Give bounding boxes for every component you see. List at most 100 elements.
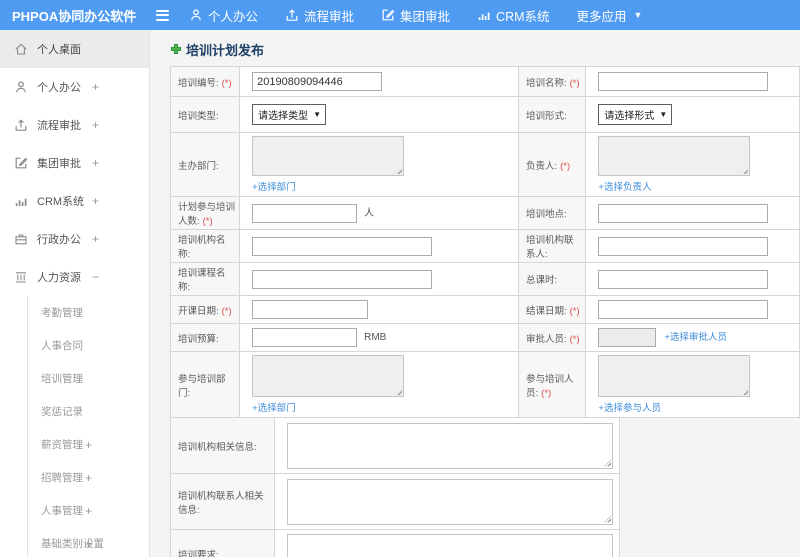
select-dropdown[interactable]: 请选择形式 ▼ bbox=[598, 104, 673, 125]
field-cell: +选择审批人员 bbox=[585, 323, 800, 352]
field-cell bbox=[239, 295, 519, 324]
field-cell bbox=[274, 473, 620, 530]
form-row: 培训要求: bbox=[170, 529, 620, 557]
form-row: 主办部门: +选择部门 负责人: (*) +选择负责人 bbox=[169, 132, 800, 197]
picker-textarea[interactable] bbox=[252, 136, 405, 176]
form-row: 培训预算: RMB 审批人员: (*) +选择审批人员 bbox=[169, 323, 800, 352]
sidebar-item[interactable]: 集团审批 + bbox=[0, 144, 149, 182]
text-input[interactable] bbox=[252, 236, 433, 256]
text-input[interactable] bbox=[252, 72, 383, 91]
topnav-item[interactable]: CRM系统 bbox=[477, 6, 550, 25]
sidebar-subitem-label: 考勤管理 bbox=[41, 307, 83, 319]
text-input[interactable] bbox=[598, 72, 769, 91]
topnav-item-label: 个人办公 bbox=[208, 9, 259, 24]
picker-link[interactable]: +选择审批人员 bbox=[664, 332, 727, 343]
sidebar-item-label: 行政办公 bbox=[37, 234, 81, 246]
field-cell: 请选择形式 ▼ bbox=[585, 96, 800, 133]
picker-link[interactable]: +选择参与人员 bbox=[598, 400, 793, 414]
text-input[interactable] bbox=[598, 236, 769, 256]
sidebar: 个人桌面 个人办公 + 流程审批 + 集团审批 + CRM系统 + 行政办公 + 人力资源 − 考勤管理人… bbox=[0, 30, 150, 557]
picker-link[interactable]: +选择部门 bbox=[252, 400, 512, 414]
top-bar: PHPOA协同办公软件 个人办公 流程审批 集团审批 CRM系统 更多应用 ▼ bbox=[0, 0, 800, 30]
field-label: 培训形式: bbox=[525, 110, 567, 122]
topnav-item[interactable]: 流程审批 bbox=[285, 6, 354, 25]
home-icon bbox=[14, 42, 28, 56]
text-input[interactable] bbox=[252, 203, 358, 223]
label-cell: 参与培训人员: (*) bbox=[517, 351, 587, 418]
topnav-item[interactable]: 集团审批 bbox=[381, 6, 450, 25]
sidebar-item[interactable]: 人力资源 − bbox=[0, 258, 149, 296]
form-row: 计划参与培训人数: (*) 人 培训地点: bbox=[169, 196, 800, 230]
form-row: 培训编号:(*)培训名称:(*) bbox=[169, 66, 800, 97]
textarea[interactable] bbox=[287, 422, 613, 469]
picker-textarea[interactable] bbox=[252, 355, 405, 397]
textarea[interactable] bbox=[287, 533, 613, 557]
sidebar-item-label: 个人办公 bbox=[37, 82, 81, 94]
picker-textarea[interactable] bbox=[598, 355, 751, 397]
textarea[interactable] bbox=[287, 478, 613, 525]
expand-toggle-icon[interactable]: + bbox=[92, 232, 99, 246]
field-label: 培训名称: bbox=[525, 77, 567, 89]
field-label: 培训地点: bbox=[525, 209, 567, 220]
text-input[interactable] bbox=[598, 300, 769, 319]
sidebar-item[interactable]: CRM系统 + bbox=[0, 182, 149, 220]
workflow-icon bbox=[285, 8, 299, 22]
expand-toggle-icon[interactable]: − bbox=[92, 270, 99, 284]
picker-textarea[interactable] bbox=[598, 136, 751, 176]
expand-toggle-icon[interactable]: + bbox=[92, 80, 99, 94]
expand-toggle-icon[interactable]: + bbox=[85, 504, 92, 518]
field-label: 培训编号: bbox=[178, 77, 219, 89]
sidebar-subitem[interactable]: 基础类别设置 + bbox=[28, 527, 149, 557]
field-label: 培训机构名称: bbox=[178, 235, 226, 260]
picker-link[interactable]: +选择部门 bbox=[252, 179, 512, 193]
sidebar-subitem[interactable]: 培训管理 bbox=[28, 362, 149, 395]
sidebar-subitem[interactable]: 人事管理 + bbox=[28, 494, 149, 527]
form-row: 培训机构相关信息: bbox=[170, 417, 620, 474]
sidebar-item[interactable]: 个人办公 + bbox=[0, 68, 149, 106]
text-input[interactable] bbox=[252, 269, 433, 289]
topnav-item-label: 更多应用 bbox=[576, 9, 627, 24]
field-suffix: RMB bbox=[364, 332, 387, 344]
sidebar-subitem-label: 培训管理 bbox=[41, 373, 83, 385]
text-input[interactable] bbox=[598, 269, 769, 289]
label-cell: 主办部门: bbox=[169, 132, 241, 197]
field-cell: +选择负责人 bbox=[585, 132, 800, 197]
sidebar-item[interactable]: 行政办公 + bbox=[0, 220, 149, 258]
hamburger-menu-icon[interactable] bbox=[156, 9, 169, 21]
text-input[interactable] bbox=[598, 328, 657, 347]
select-dropdown[interactable]: 请选择类型 ▼ bbox=[252, 104, 327, 125]
caret-down-icon: ▼ bbox=[313, 110, 322, 119]
picker-link[interactable]: +选择负责人 bbox=[598, 179, 793, 193]
text-input[interactable] bbox=[252, 328, 358, 347]
label-cell: 培训课程名称: bbox=[169, 262, 241, 296]
sidebar-subitem[interactable]: 奖惩记录 bbox=[28, 395, 149, 428]
expand-toggle-icon[interactable]: + bbox=[92, 118, 99, 132]
expand-toggle-icon[interactable]: + bbox=[85, 438, 92, 452]
expand-toggle-icon[interactable]: + bbox=[85, 471, 92, 485]
sidebar-submenu: 考勤管理 人事合同 培训管理 奖惩记录 薪资管理 + 招聘管理 + 人事管理 + 基础类别设置 + bbox=[27, 296, 149, 557]
topnav-item[interactable]: 个人办公 bbox=[189, 6, 258, 25]
required-mark: (*) bbox=[202, 216, 213, 227]
text-input[interactable] bbox=[252, 300, 369, 319]
sidebar-item[interactable]: 个人桌面 bbox=[0, 30, 149, 68]
sidebar-subitem[interactable]: 考勤管理 bbox=[28, 296, 149, 329]
field-cell bbox=[274, 417, 620, 474]
expand-toggle-icon[interactable]: + bbox=[92, 156, 99, 170]
topnav-item[interactable]: 更多应用 ▼ bbox=[577, 6, 643, 25]
expand-toggle-icon[interactable]: + bbox=[92, 194, 99, 208]
sidebar-subitem[interactable]: 薪资管理 + bbox=[28, 428, 149, 461]
text-input[interactable] bbox=[598, 203, 769, 223]
sidebar-subitem[interactable]: 招聘管理 + bbox=[28, 461, 149, 494]
select-value: 请选择类型 bbox=[258, 111, 309, 122]
expand-toggle-icon[interactable]: + bbox=[85, 537, 92, 551]
chart-icon bbox=[477, 8, 491, 22]
field-cell bbox=[585, 196, 800, 230]
training-form-table-full: 培训机构相关信息:培训机构联系人相关信息:培训要求:附件文档:+附件上传 bbox=[170, 417, 620, 557]
required-mark: (*) bbox=[560, 160, 571, 172]
field-label: 参与培训部门: bbox=[178, 373, 226, 399]
sidebar-subitem-label: 招聘管理 bbox=[41, 472, 83, 484]
field-label: 总课时: bbox=[525, 275, 558, 286]
sidebar-item[interactable]: 流程审批 + bbox=[0, 106, 149, 144]
field-label: 培训课程名称: bbox=[178, 268, 226, 293]
sidebar-subitem[interactable]: 人事合同 bbox=[28, 329, 149, 362]
